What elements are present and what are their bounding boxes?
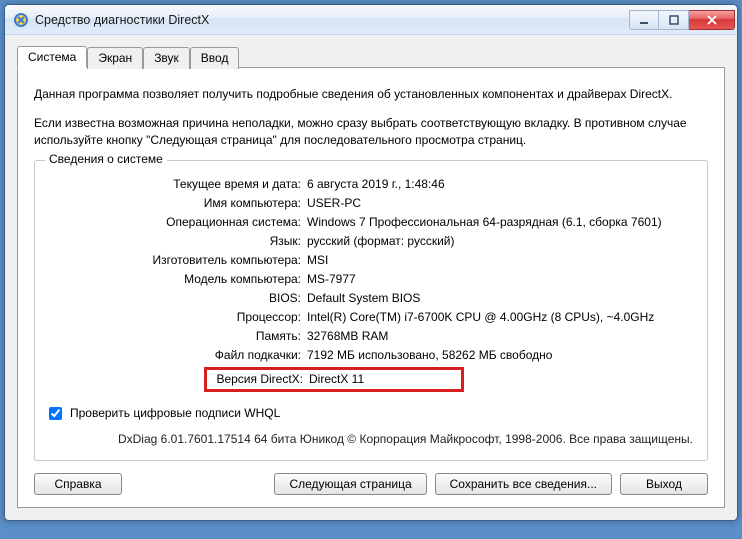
help-button[interactable]: Справка [34, 473, 122, 495]
dxdiag-window: Средство диагностики DirectX Система Экр… [4, 4, 738, 521]
label-pagefile: Файл подкачки: [49, 346, 307, 365]
label-datetime: Текущее время и дата: [49, 175, 307, 194]
value-datetime: 6 августа 2019 г., 1:48:46 [307, 175, 693, 194]
value-cpu: Intel(R) Core(TM) i7-6700K CPU @ 4.00GHz… [307, 308, 693, 327]
titlebar[interactable]: Средство диагностики DirectX [5, 5, 737, 35]
button-label: Справка [54, 477, 101, 491]
tab-strip: Система Экран Звук Ввод [17, 45, 725, 67]
row-mem: Память: 32768MB RAM [49, 327, 693, 346]
tab-label: Система [28, 50, 76, 64]
label-model: Модель компьютера: [49, 270, 307, 289]
label-lang: Язык: [49, 232, 307, 251]
highlight-directx-version: Версия DirectX: DirectX 11 [204, 367, 464, 392]
next-page-button[interactable]: Следующая страница [274, 473, 426, 495]
row-os: Операционная система: Windows 7 Професси… [49, 213, 693, 232]
value-pagefile: 7192 МБ использовано, 58262 МБ свободно [307, 346, 693, 365]
whql-checkbox[interactable] [49, 407, 62, 420]
intro-text-1: Данная программа позволяет получить подр… [34, 86, 708, 103]
label-bios: BIOS: [49, 289, 307, 308]
tab-label: Ввод [201, 51, 229, 65]
row-lang: Язык: русский (формат: русский) [49, 232, 693, 251]
window-controls [629, 10, 735, 30]
intro-text-2: Если известна возможная причина неполадк… [34, 115, 708, 149]
value-dxver: DirectX 11 [309, 371, 459, 388]
close-button[interactable] [689, 10, 735, 30]
row-computer: Имя компьютера: USER-PC [49, 194, 693, 213]
button-label: Выход [646, 477, 682, 491]
system-info-legend: Сведения о системе [45, 152, 167, 166]
system-info-table: Текущее время и дата: 6 августа 2019 г.,… [49, 175, 693, 394]
row-cpu: Процессор: Intel(R) Core(TM) i7-6700K CP… [49, 308, 693, 327]
label-cpu: Процессор: [49, 308, 307, 327]
row-manuf: Изготовитель компьютера: MSI [49, 251, 693, 270]
button-label: Сохранить все сведения... [450, 477, 597, 491]
value-bios: Default System BIOS [307, 289, 693, 308]
app-icon [13, 12, 29, 28]
label-computer: Имя компьютера: [49, 194, 307, 213]
row-pagefile: Файл подкачки: 7192 МБ использовано, 582… [49, 346, 693, 365]
button-group-right: Следующая страница Сохранить все сведени… [274, 473, 708, 495]
footer-copyright: DxDiag 6.01.7601.17514 64 бита Юникод © … [49, 432, 693, 446]
value-computer: USER-PC [307, 194, 693, 213]
label-manuf: Изготовитель компьютера: [49, 251, 307, 270]
save-all-button[interactable]: Сохранить все сведения... [435, 473, 612, 495]
label-mem: Память: [49, 327, 307, 346]
whql-check-label: Проверить цифровые подписи WHQL [70, 406, 280, 420]
button-label: Следующая страница [289, 477, 411, 491]
value-model: MS-7977 [307, 270, 693, 289]
system-info-group: Сведения о системе Текущее время и дата:… [34, 160, 708, 461]
tab-system[interactable]: Система [17, 46, 87, 68]
tab-panel-system: Данная программа позволяет получить подр… [17, 67, 725, 508]
label-dxver: Версия DirectX: [209, 371, 309, 388]
minimize-button[interactable] [629, 10, 659, 30]
tab-label: Звук [154, 51, 179, 65]
whql-check-row: Проверить цифровые подписи WHQL [49, 406, 693, 420]
value-manuf: MSI [307, 251, 693, 270]
value-mem: 32768MB RAM [307, 327, 693, 346]
row-bios: BIOS: Default System BIOS [49, 289, 693, 308]
row-model: Модель компьютера: MS-7977 [49, 270, 693, 289]
tab-sound[interactable]: Звук [143, 47, 190, 69]
tab-input[interactable]: Ввод [190, 47, 240, 69]
value-os: Windows 7 Профессиональная 64-разрядная … [307, 213, 693, 232]
tab-label: Экран [98, 51, 132, 65]
tab-display[interactable]: Экран [87, 47, 143, 69]
window-title: Средство диагностики DirectX [35, 13, 629, 27]
client-area: Система Экран Звук Ввод Данная программа… [5, 35, 737, 520]
exit-button[interactable]: Выход [620, 473, 708, 495]
button-bar: Справка Следующая страница Сохранить все… [34, 473, 708, 495]
value-lang: русский (формат: русский) [307, 232, 693, 251]
row-datetime: Текущее время и дата: 6 августа 2019 г.,… [49, 175, 693, 194]
maximize-button[interactable] [659, 10, 689, 30]
label-os: Операционная система: [49, 213, 307, 232]
